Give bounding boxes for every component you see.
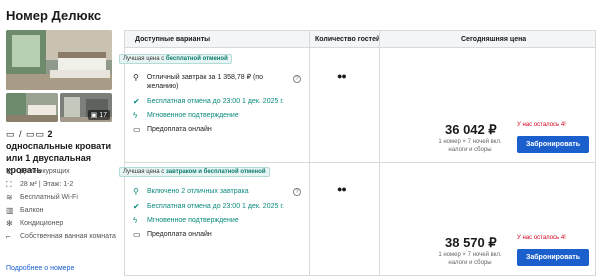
offer-feature: ▭ Предоплата онлайн: [133, 125, 212, 134]
area-icon: ⛶: [6, 180, 12, 189]
cutlery-icon: ⚲: [133, 187, 139, 196]
balcony-icon: ▥: [6, 206, 14, 215]
camera-icon: ▣: [90, 112, 100, 119]
no-smoking-icon: ⊘: [6, 167, 13, 176]
card-icon: ▭: [133, 125, 141, 134]
room-photo-thumb[interactable]: ▣ 17: [60, 93, 112, 122]
price-note: 1 номер × 7 ночей вкл. налоги и сборы: [438, 139, 502, 153]
bathroom-icon: ⌐: [6, 232, 11, 241]
offer-feature: ϟ Мгновенное подтверждение: [133, 216, 239, 225]
offer-feature: ⚲ Отличный завтрак за 1 358,78 ₽ (по жела…: [133, 73, 263, 90]
lightning-icon: ϟ: [133, 111, 138, 120]
offer-price: 38 570 ₽: [445, 235, 497, 250]
offer-feature: ▭ Предоплата онлайн: [133, 230, 212, 239]
amenity-item: ≋ Бесплатный Wi-Fi: [6, 193, 78, 202]
offer-feature: ✔ Бесплатная отмена до 23:00 1 дек. 2025 …: [133, 97, 284, 106]
room-title: Номер Делюкс: [6, 8, 102, 23]
offer-feature: ✔ Бесплатная отмена до 23:00 1 дек. 2025 …: [133, 202, 284, 211]
offer-row: Лучшая цена с бесплатной отменой ⚲ Отличн…: [119, 31, 595, 162]
photo-count-badge: ▣ 17: [87, 110, 110, 120]
card-icon: ▭: [133, 230, 141, 239]
guests-icon: ●●: [337, 184, 347, 194]
offer-row: Лучшая цена с завтраком и бесплатной отм…: [119, 162, 595, 276]
book-button[interactable]: Забронировать: [517, 249, 589, 266]
amenity-item: ⌐ Собственная ванная комната: [6, 232, 116, 241]
amenity-item: ⛶ 28 м² | Этаж: 1-2: [6, 180, 74, 189]
amenities-list: ⊘ Для некурящих ⛶ 28 м² | Этаж: 1-2 ≋ Беспл…: [6, 167, 118, 245]
offer-feature: ⚲ Включено 2 отличных завтрака: [133, 187, 249, 196]
best-price-tag: Лучшая цена с завтраком и бесплатной отм…: [119, 167, 270, 177]
wifi-icon: ≋: [6, 193, 13, 202]
rooms-left-note: У нас осталось 4!: [517, 122, 566, 128]
room-details-link[interactable]: Подробнее о номере: [6, 265, 74, 272]
offers-table: Доступные варианты Количество гостей Сег…: [119, 30, 596, 276]
bed-icon: ▭ / ▭▭: [6, 129, 46, 139]
lightning-icon: ϟ: [133, 216, 138, 225]
check-circle-icon: ✔: [133, 202, 140, 211]
guests-icon: ●●: [337, 71, 347, 81]
amenity-item: ⊘ Для некурящих: [6, 167, 70, 176]
snowflake-icon: ✻: [6, 219, 13, 228]
check-circle-icon: ✔: [133, 97, 140, 106]
offer-feature: ϟ Мгновенное подтверждение: [133, 111, 239, 120]
help-icon[interactable]: ?: [293, 188, 301, 196]
price-note: 1 номер × 7 ночей вкл. налоги и сборы: [438, 252, 502, 266]
amenity-item: ✻ Кондиционер: [6, 219, 64, 228]
cutlery-icon: ⚲: [133, 73, 139, 82]
help-icon[interactable]: ?: [293, 75, 301, 83]
book-button[interactable]: Забронировать: [517, 136, 589, 153]
room-photo-main[interactable]: [6, 30, 112, 90]
amenity-item: ▥ Балкон: [6, 206, 44, 215]
rooms-left-note: У нас осталось 4!: [517, 235, 566, 241]
best-price-tag: Лучшая цена с бесплатной отменой: [119, 54, 232, 64]
offer-price: 36 042 ₽: [445, 122, 497, 137]
room-photo-thumb[interactable]: [6, 93, 58, 122]
